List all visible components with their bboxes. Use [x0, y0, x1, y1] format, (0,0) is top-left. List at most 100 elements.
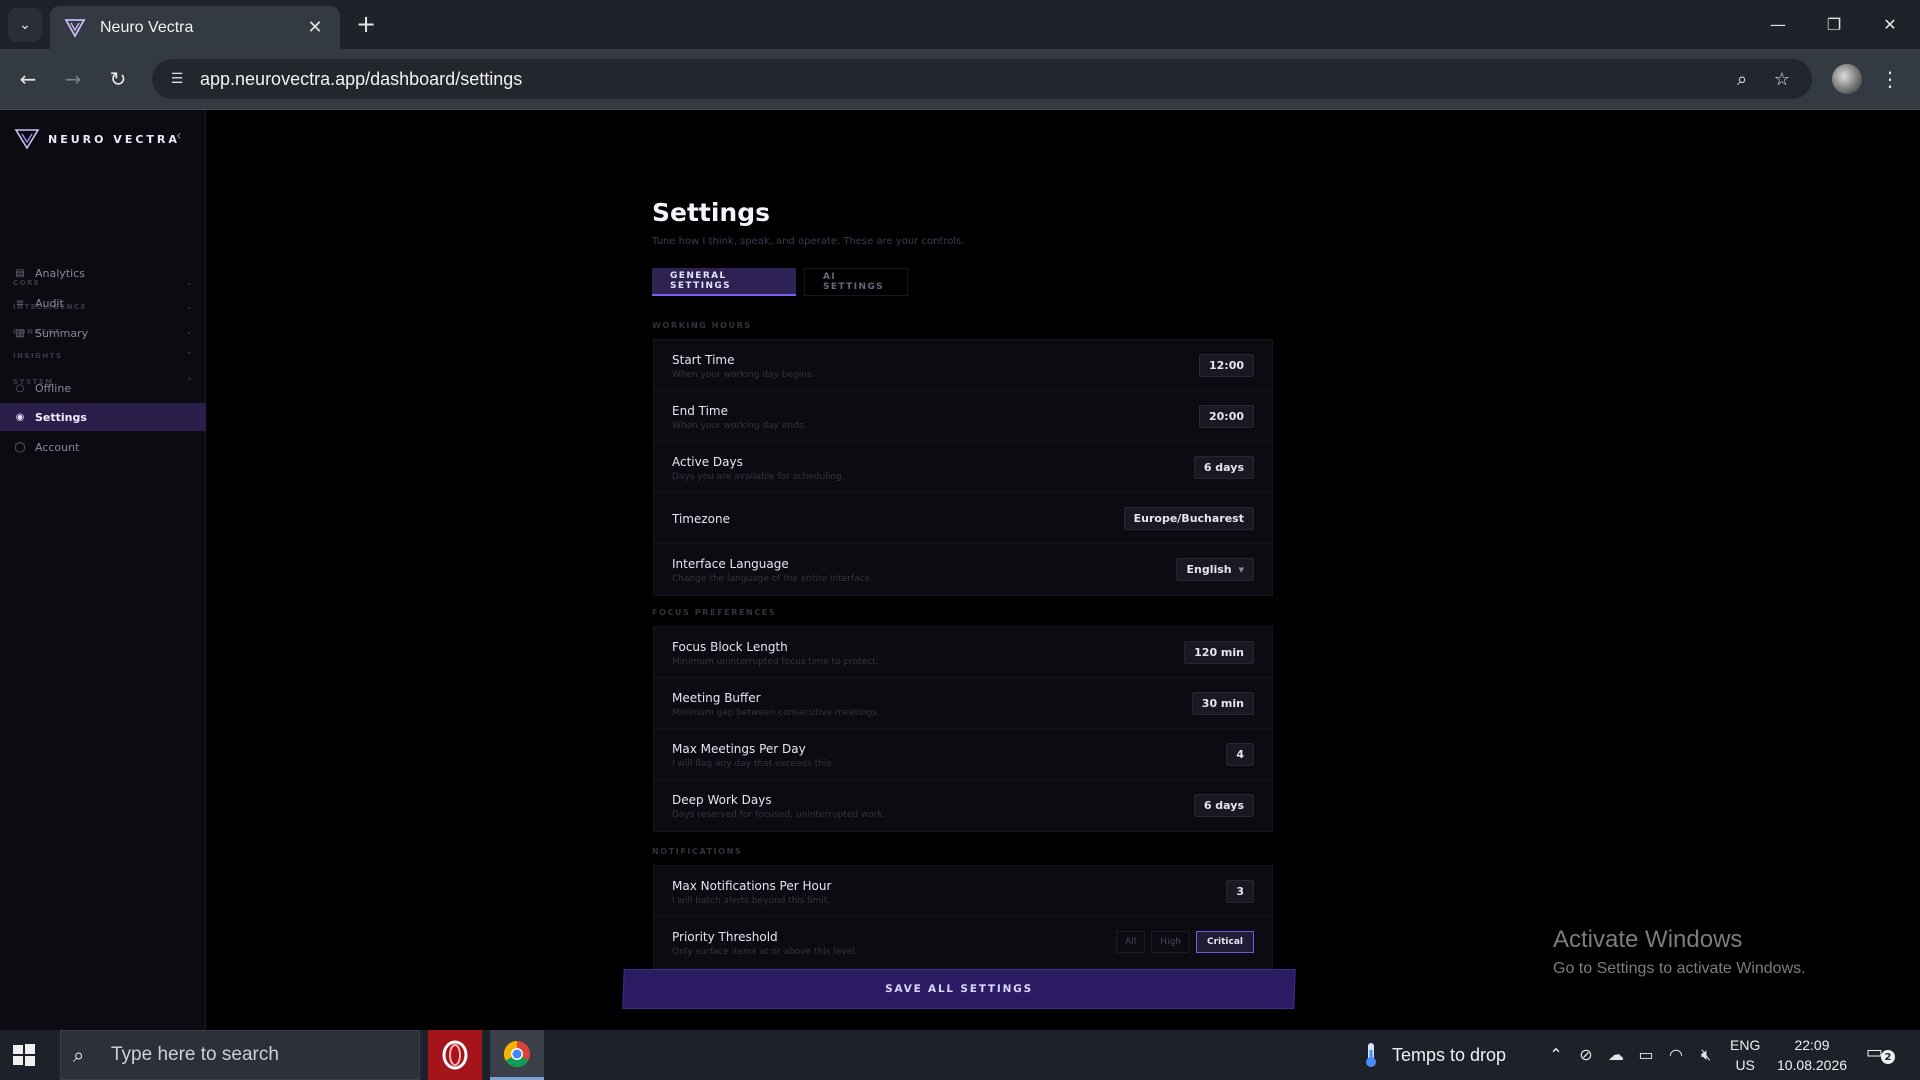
taskbar-search-box[interactable]: ⌕ Type here to search [60, 1030, 420, 1080]
setting-title: Start Time [672, 353, 735, 367]
priority-option-high[interactable]: High [1151, 931, 1190, 953]
weather-widget[interactable]: Temps to drop [1364, 1042, 1506, 1068]
meeting-buffer-input[interactable]: 30 min [1191, 692, 1254, 715]
restore-icon[interactable]: ❐ [1812, 8, 1856, 40]
max-notifications-input[interactable]: 3 [1226, 880, 1254, 903]
url-text[interactable]: app.neurovectra.app/dashboard/settings [200, 69, 522, 90]
focus-block-length-input[interactable]: 120 min [1184, 641, 1254, 664]
sidebar-item-label: Settings [35, 410, 87, 424]
watermark-subtitle: Go to Settings to activate Windows. [1553, 960, 1806, 977]
tab-general-settings[interactable]: GENERAL SETTINGS [652, 268, 796, 296]
search-placeholder: Type here to search [111, 1044, 279, 1065]
sidebar-item-account[interactable]: ◯ Account [0, 433, 206, 461]
tab-search-button[interactable]: ⌄ [8, 8, 42, 42]
setting-row-interface-language: Interface Language Change the language o… [654, 544, 1272, 595]
new-tab-button[interactable]: + [352, 10, 380, 38]
tab-title: Neuro Vectra [100, 18, 194, 36]
tab-ai-settings[interactable]: AI SETTINGS [804, 268, 908, 296]
setting-row-meeting-buffer: Meeting Buffer Minimum gap between conse… [654, 678, 1272, 729]
show-hidden-icons-icon[interactable]: ⌃ [1544, 1045, 1568, 1064]
close-window-icon[interactable]: ✕ [1868, 8, 1912, 40]
sidebar-item-offline[interactable]: ○ Offline [0, 374, 206, 402]
close-tab-icon[interactable]: ✕ [304, 17, 326, 38]
sidebar-item-audit[interactable]: ≡ Audit [0, 289, 206, 317]
priority-threshold-segmented: All High Critical [1116, 931, 1254, 953]
site-info-icon[interactable]: ☰ [164, 66, 190, 92]
address-bar[interactable]: ☰ app.neurovectra.app/dashboard/settings… [152, 59, 1812, 99]
max-meetings-input[interactable]: 4 [1226, 743, 1254, 766]
browser-tabstrip: ⌄ Neuro Vectra ✕ + — ❐ ✕ [0, 0, 1920, 49]
setting-description: Change the language of the entire interf… [672, 574, 874, 584]
opera-app-button[interactable] [428, 1030, 482, 1080]
forward-icon[interactable]: → [57, 63, 89, 95]
active-days-selector[interactable]: 6 days [1193, 456, 1254, 479]
volume-muted-icon[interactable]: 🔇︎ [1694, 1045, 1718, 1065]
setting-title: Focus Block Length [672, 640, 788, 654]
setting-title: Priority Threshold [672, 930, 778, 944]
save-all-settings-button[interactable]: SAVE ALL SETTINGS [622, 969, 1296, 1009]
chrome-app-button[interactable] [490, 1030, 544, 1080]
browser-menu-icon[interactable]: ⋮ [1878, 63, 1902, 95]
watermark-title: Activate Windows [1553, 926, 1743, 953]
battery-icon[interactable]: ▭ [1634, 1045, 1658, 1064]
priority-option-all[interactable]: All [1116, 931, 1146, 953]
browser-tab[interactable]: Neuro Vectra ✕ [50, 6, 340, 49]
brand[interactable]: NEURO VECTRA [14, 126, 180, 152]
settings-dot-icon: ◉ [15, 411, 25, 423]
priority-option-critical[interactable]: Critical [1195, 931, 1254, 953]
notification-count-badge: 2 [1881, 1050, 1895, 1064]
notification-center-icon[interactable]: ▭ 2 [1866, 1042, 1896, 1068]
group-label-working-hours: WORKING HOURS [652, 321, 752, 330]
setting-row-timezone: Timezone Europe/Bucharest [654, 493, 1272, 544]
deep-work-days-selector[interactable]: 6 days [1193, 794, 1254, 817]
section-insights[interactable]: INSIGHTS ⌃ [13, 349, 193, 363]
sidebar-item-settings[interactable]: ◉ Settings [0, 403, 206, 431]
activate-windows-watermark: Activate Windows Go to Settings to activ… [1553, 926, 1806, 978]
sidebar-item-summary[interactable]: ▥ Summary [0, 319, 206, 347]
timezone-select[interactable]: Europe/Bucharest [1123, 507, 1254, 530]
end-time-input[interactable]: 20:00 [1198, 405, 1254, 428]
setting-description: Days reserved for focused, uninterrupted… [672, 810, 886, 820]
group-label-notifications: NOTIFICATIONS [652, 847, 743, 856]
taskbar-clock[interactable]: 22:09 10.08.2026 [1776, 1035, 1848, 1075]
windows-start-icon[interactable] [12, 1043, 36, 1067]
chevron-down-icon: ⌄ [19, 17, 31, 33]
start-time-input[interactable]: 12:00 [1198, 354, 1254, 377]
setting-row-max-notifications: Max Notifications Per Hour I will batch … [654, 866, 1272, 917]
setting-description: Minimum uninterrupted focus time to prot… [672, 657, 879, 667]
language-select[interactable]: English ▼ [1176, 558, 1254, 581]
setting-description: I will flag any day that exceeds this. [672, 759, 835, 769]
setting-title: Timezone [672, 512, 730, 526]
brand-name: NEURO VECTRA [48, 132, 180, 146]
sidebar-item-analytics[interactable]: ▤ Analytics [0, 259, 206, 287]
setting-description: Only surface items at or above this leve… [672, 947, 858, 957]
back-icon[interactable]: ← [12, 63, 44, 95]
reload-icon[interactable]: ↻ [102, 63, 134, 95]
setting-description: I will batch alerts beyond this limit. [672, 896, 831, 906]
profile-avatar[interactable] [1832, 64, 1862, 94]
clock-time: 22:09 [1794, 1037, 1830, 1053]
collapse-sidebar-icon[interactable]: ‹ [176, 128, 182, 144]
chart-icon: ▤ [15, 267, 25, 279]
opera-icon [442, 1040, 468, 1070]
onedrive-icon[interactable]: ☁ [1604, 1045, 1628, 1064]
setting-row-max-meetings: Max Meetings Per Day I will flag any day… [654, 729, 1272, 780]
section-label: INSIGHTS [13, 352, 63, 360]
wifi-icon[interactable]: ◠ [1664, 1045, 1688, 1064]
zoom-icon[interactable]: ⌕ [1726, 59, 1758, 99]
setting-title: Max Meetings Per Day [672, 742, 806, 756]
settings-tabs: GENERAL SETTINGS AI SETTINGS [652, 268, 908, 296]
sidebar-item-label: Audit [35, 296, 64, 310]
network-off-icon[interactable]: ⊘ [1574, 1045, 1598, 1064]
setting-row-priority-threshold: Priority Threshold Only surface items at… [654, 917, 1272, 968]
minimize-icon[interactable]: — [1756, 8, 1800, 40]
search-icon: ⌕ [73, 1043, 85, 1067]
input-language-indicator[interactable]: ENG US [1730, 1035, 1760, 1075]
list-icon: ≡ [15, 297, 25, 309]
user-circle-icon: ◯ [14, 441, 26, 453]
setting-title: Meeting Buffer [672, 691, 761, 705]
bookmark-star-icon[interactable]: ☆ [1766, 59, 1798, 99]
notifications-panel: Max Notifications Per Hour I will batch … [653, 865, 1273, 969]
document-icon: ▥ [15, 327, 25, 339]
sidebar-item-label: Analytics [35, 266, 85, 280]
